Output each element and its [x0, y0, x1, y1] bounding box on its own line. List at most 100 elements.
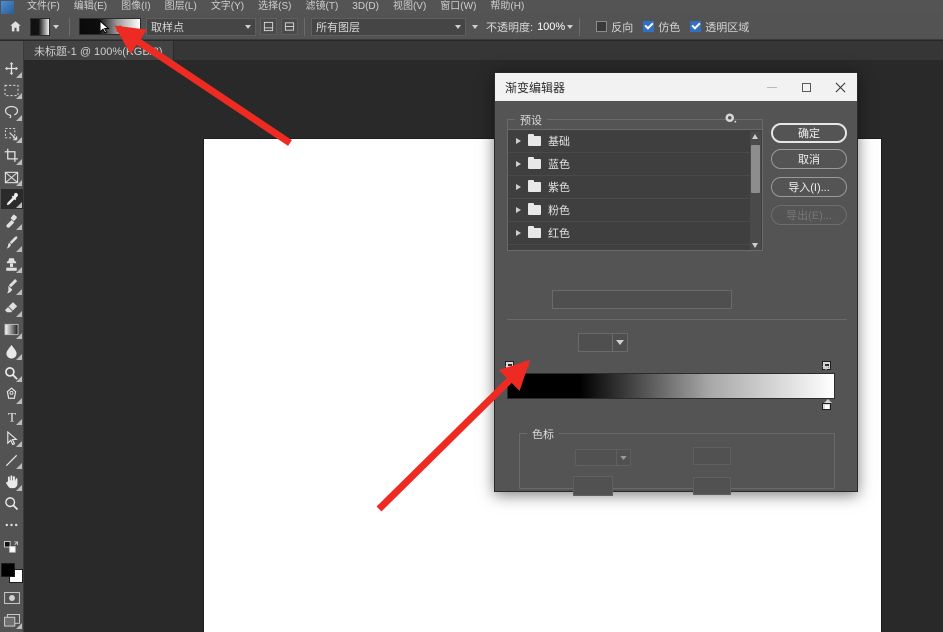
- menu-item-edit[interactable]: 编辑(E): [67, 0, 114, 14]
- gradient-mode-icon[interactable]: [260, 18, 277, 35]
- blur-tool[interactable]: [1, 342, 23, 362]
- preset-folder-row[interactable]: 红色: [508, 222, 762, 245]
- foreground-background-color[interactable]: [0, 562, 23, 583]
- marquee-tool[interactable]: [1, 81, 23, 101]
- clone-stamp-tool[interactable]: [1, 255, 23, 275]
- preset-folder-row[interactable]: 粉色: [508, 199, 762, 222]
- color-stop-end[interactable]: [822, 399, 833, 410]
- layer-scope-select[interactable]: 所有图层: [311, 17, 466, 36]
- eyedropper-tool[interactable]: [0, 189, 23, 210]
- opacity-stop-start[interactable]: [505, 361, 516, 382]
- chevron-right-icon[interactable]: [516, 207, 521, 213]
- gradient-preview-bar[interactable]: [507, 373, 835, 399]
- svg-text:T: T: [7, 410, 15, 424]
- lasso-tool[interactable]: [1, 102, 23, 122]
- chevron-down-icon[interactable]: [567, 24, 574, 29]
- dialog-title-bar[interactable]: 渐变编辑器: [495, 73, 857, 101]
- preset-folder-label: 蓝色: [548, 159, 570, 171]
- preset-list[interactable]: 基础 蓝色 紫色 粉色 红色: [507, 129, 763, 251]
- preset-list-scrollbar[interactable]: [750, 131, 761, 250]
- checkbox-box: [690, 21, 702, 32]
- location-field-top[interactable]: [693, 447, 731, 465]
- chevron-right-icon[interactable]: [516, 184, 521, 190]
- dither-label: 仿色: [658, 21, 681, 34]
- stop-marker: [822, 403, 831, 410]
- chevron-down-icon[interactable]: [612, 333, 628, 352]
- default-colors-icon[interactable]: [1, 537, 23, 557]
- preset-folder-label: 粉色: [548, 205, 570, 217]
- preset-folder-row[interactable]: 基础: [508, 130, 762, 153]
- preset-folder-row[interactable]: 蓝色: [508, 153, 762, 176]
- healing-brush-tool[interactable]: [1, 211, 23, 231]
- eraser-tool[interactable]: [1, 298, 23, 318]
- quick-selection-tool[interactable]: [1, 124, 23, 144]
- color-swatch-field[interactable]: [573, 476, 613, 496]
- maximize-icon[interactable]: [789, 73, 823, 101]
- chevron-down-icon[interactable]: [53, 24, 59, 29]
- minimize-icon[interactable]: [755, 73, 789, 101]
- menu-item-select[interactable]: 选择(S): [251, 0, 298, 14]
- menu-item-layer[interactable]: 图层(L): [158, 0, 204, 14]
- menu-item-image[interactable]: 图像(I): [114, 0, 157, 14]
- gradient-name-input[interactable]: [552, 290, 732, 309]
- location-field-bottom[interactable]: [693, 477, 731, 495]
- opacity-stop-end[interactable]: [822, 361, 833, 382]
- gradient-shape-icon[interactable]: [281, 18, 298, 35]
- quick-mask-icon[interactable]: [1, 589, 23, 609]
- close-icon[interactable]: [823, 73, 857, 101]
- gradient-swatch[interactable]: [79, 18, 141, 35]
- home-icon[interactable]: [4, 16, 26, 38]
- gradient-type-select[interactable]: [578, 333, 628, 352]
- opacity-field[interactable]: [575, 449, 617, 466]
- dodge-tool[interactable]: [1, 363, 23, 383]
- type-tool[interactable]: T: [1, 407, 23, 427]
- ok-button[interactable]: 确定: [771, 123, 847, 143]
- document-tab[interactable]: 未标题-1 @ 100%(RGB/8): [24, 41, 174, 60]
- tool-more-icon: [15, 158, 22, 165]
- chevron-right-icon[interactable]: [516, 161, 521, 167]
- scrollbar-thumb[interactable]: [751, 145, 760, 193]
- divider: [579, 17, 581, 36]
- gear-icon[interactable]: [724, 112, 737, 128]
- menu-item-help[interactable]: 帮助(H): [483, 0, 531, 14]
- transparency-checkbox[interactable]: 透明区域: [690, 19, 749, 35]
- menu-item-type[interactable]: 文字(Y): [204, 0, 251, 14]
- screen-mode-icon[interactable]: [1, 610, 23, 630]
- sample-mode-select[interactable]: 取样点: [146, 17, 256, 36]
- menu-item-filter[interactable]: 滤镜(T): [299, 0, 346, 14]
- chevron-right-icon[interactable]: [516, 230, 521, 236]
- brush-tool[interactable]: [1, 233, 23, 253]
- reverse-checkbox[interactable]: 反向: [596, 19, 633, 35]
- move-tool[interactable]: [1, 59, 23, 79]
- hand-tool[interactable]: [1, 472, 23, 492]
- line-shape-tool[interactable]: [1, 450, 23, 470]
- scroll-down-icon[interactable]: [752, 243, 758, 248]
- import-button[interactable]: 导入(I)...: [771, 177, 847, 197]
- cancel-button[interactable]: 取消: [771, 149, 847, 169]
- history-brush-tool[interactable]: [1, 276, 23, 296]
- menu-item-view[interactable]: 视图(V): [386, 0, 433, 14]
- chevron-down-icon[interactable]: [472, 24, 478, 29]
- folder-icon: [528, 179, 541, 192]
- zoom-tool[interactable]: [1, 494, 23, 514]
- tool-preset-picker[interactable]: [30, 17, 59, 36]
- frame-tool[interactable]: [1, 168, 23, 188]
- menu-item-file[interactable]: 文件(F): [20, 0, 67, 14]
- tool-more-icon: [15, 180, 22, 187]
- opacity-dropdown-icon[interactable]: [616, 449, 631, 466]
- gradient-tool[interactable]: [1, 320, 23, 340]
- foreground-color-swatch[interactable]: [0, 562, 15, 577]
- gradient-editor-dialog[interactable]: 渐变编辑器 预设 基础 蓝色 紫色 粉色 红色 确定 取消 导入(I)... 导…: [494, 72, 858, 496]
- path-selection-tool[interactable]: [1, 428, 23, 448]
- pen-tool[interactable]: [1, 385, 23, 405]
- menu-item-3d[interactable]: 3D(D): [345, 0, 386, 14]
- edit-toolbar-button[interactable]: [1, 515, 23, 535]
- preset-folder-row[interactable]: 紫色: [508, 176, 762, 199]
- chevron-right-icon[interactable]: [516, 138, 521, 144]
- crop-tool[interactable]: [1, 146, 23, 166]
- scroll-up-icon[interactable]: [752, 134, 758, 139]
- opacity-value[interactable]: 100%: [537, 21, 565, 33]
- document-tab-label: 未标题-1 @ 100%(RGB/8): [34, 45, 163, 58]
- dither-checkbox[interactable]: 仿色: [643, 19, 680, 35]
- menu-item-window[interactable]: 窗口(W): [433, 0, 483, 14]
